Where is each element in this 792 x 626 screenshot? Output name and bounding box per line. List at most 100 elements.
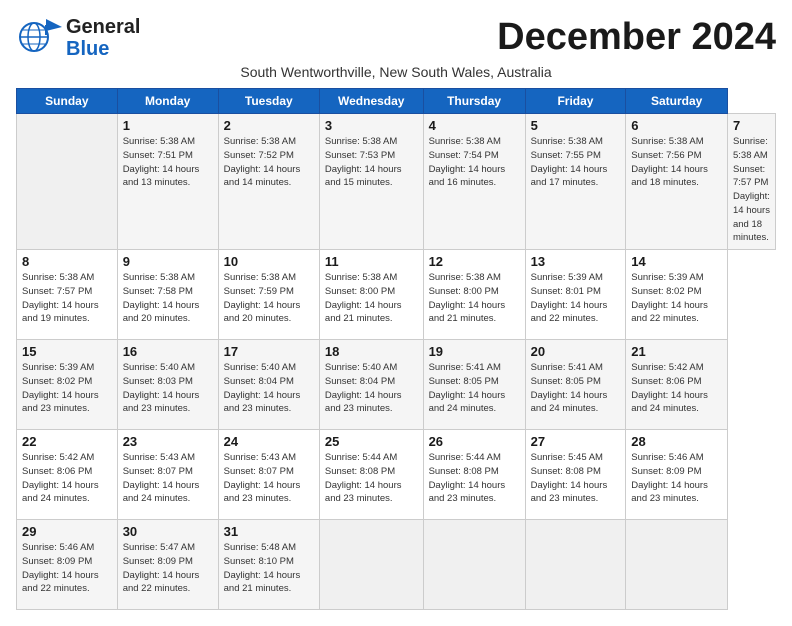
calendar-cell: 17 Sunrise: 5:40 AMSunset: 8:04 PMDayligh…	[218, 340, 319, 430]
day-number: 17	[224, 344, 314, 359]
day-info: Sunrise: 5:39 AMSunset: 8:01 PMDaylight:…	[531, 271, 621, 326]
day-info: Sunrise: 5:42 AMSunset: 8:06 PMDaylight:…	[22, 451, 112, 506]
calendar-cell: 7 Sunrise: 5:38 AMSunset: 7:57 PMDaylight…	[727, 114, 775, 250]
day-info: Sunrise: 5:38 AMSunset: 7:56 PMDaylight:…	[631, 135, 722, 190]
calendar-cell: 10 Sunrise: 5:38 AMSunset: 7:59 PMDayligh…	[218, 250, 319, 340]
calendar-cell: 27 Sunrise: 5:45 AMSunset: 8:08 PMDayligh…	[525, 430, 626, 520]
day-info: Sunrise: 5:41 AMSunset: 8:05 PMDaylight:…	[429, 361, 520, 416]
day-number: 16	[123, 344, 213, 359]
day-info: Sunrise: 5:38 AMSunset: 7:54 PMDaylight:…	[429, 135, 520, 190]
day-info: Sunrise: 5:44 AMSunset: 8:08 PMDaylight:…	[429, 451, 520, 506]
day-header-friday: Friday	[525, 89, 626, 114]
calendar-cell	[525, 520, 626, 610]
day-info: Sunrise: 5:38 AMSunset: 7:59 PMDaylight:…	[224, 271, 314, 326]
logo: General Blue	[16, 16, 140, 60]
calendar-week-row: 15Sunrise: 5:39 AMSunset: 8:02 PMDayligh…	[17, 340, 776, 430]
day-info: Sunrise: 5:39 AMSunset: 8:02 PMDaylight:…	[631, 271, 722, 326]
calendar-cell: 5Sunrise: 5:38 AMSunset: 7:55 PMDaylight…	[525, 114, 626, 250]
calendar-cell: 13Sunrise: 5:39 AMSunset: 8:01 PMDayligh…	[525, 250, 626, 340]
calendar-cell: 16Sunrise: 5:40 AMSunset: 8:03 PMDayligh…	[117, 340, 218, 430]
day-info: Sunrise: 5:41 AMSunset: 8:05 PMDaylight:…	[531, 361, 621, 416]
day-number: 31	[224, 524, 314, 539]
day-number: 15	[22, 344, 112, 359]
calendar-cell: 2Sunrise: 5:38 AMSunset: 7:52 PMDaylight…	[218, 114, 319, 250]
day-number: 27	[531, 434, 621, 449]
day-info: Sunrise: 5:42 AMSunset: 8:06 PMDaylight:…	[631, 361, 722, 416]
day-info: Sunrise: 5:38 AMSunset: 7:53 PMDaylight:…	[325, 135, 418, 190]
calendar-cell: 15Sunrise: 5:39 AMSunset: 8:02 PMDayligh…	[17, 340, 118, 430]
day-number: 7	[733, 118, 770, 133]
day-header-tuesday: Tuesday	[218, 89, 319, 114]
day-info: Sunrise: 5:38 AMSunset: 7:55 PMDaylight:…	[531, 135, 621, 190]
day-number: 25	[325, 434, 418, 449]
day-info: Sunrise: 5:45 AMSunset: 8:08 PMDaylight:…	[531, 451, 621, 506]
calendar-header-row: SundayMondayTuesdayWednesdayThursdayFrid…	[17, 89, 776, 114]
logo-general-text: General	[66, 16, 140, 38]
day-number: 20	[531, 344, 621, 359]
calendar-cell	[319, 520, 423, 610]
calendar-cell: 24 Sunrise: 5:43 AMSunset: 8:07 PMDayligh…	[218, 430, 319, 520]
calendar-cell: 30Sunrise: 5:47 AMSunset: 8:09 PMDayligh…	[117, 520, 218, 610]
day-header-sunday: Sunday	[17, 89, 118, 114]
calendar-cell: 9 Sunrise: 5:38 AMSunset: 7:58 PMDaylight…	[117, 250, 218, 340]
day-number: 26	[429, 434, 520, 449]
calendar-cell: 18 Sunrise: 5:40 AMSunset: 8:04 PMDayligh…	[319, 340, 423, 430]
calendar-cell: 29 Sunrise: 5:46 AMSunset: 8:09 PMDayligh…	[17, 520, 118, 610]
calendar-cell	[17, 114, 118, 250]
day-number: 11	[325, 254, 418, 269]
day-info: Sunrise: 5:38 AMSunset: 7:57 PMDaylight:…	[22, 271, 112, 326]
day-number: 28	[631, 434, 722, 449]
day-number: 12	[429, 254, 520, 269]
day-header-thursday: Thursday	[423, 89, 525, 114]
day-number: 10	[224, 254, 314, 269]
day-number: 8	[22, 254, 112, 269]
logo-label: General Blue	[66, 16, 140, 60]
calendar-cell: 12Sunrise: 5:38 AMSunset: 8:00 PMDayligh…	[423, 250, 525, 340]
calendar-cell: 11Sunrise: 5:38 AMSunset: 8:00 PMDayligh…	[319, 250, 423, 340]
day-number: 21	[631, 344, 722, 359]
day-number: 4	[429, 118, 520, 133]
day-info: Sunrise: 5:44 AMSunset: 8:08 PMDaylight:…	[325, 451, 418, 506]
day-number: 14	[631, 254, 722, 269]
calendar-cell: 4 Sunrise: 5:38 AMSunset: 7:54 PMDaylight…	[423, 114, 525, 250]
day-info: Sunrise: 5:38 AMSunset: 7:58 PMDaylight:…	[123, 271, 213, 326]
day-header-saturday: Saturday	[626, 89, 728, 114]
day-info: Sunrise: 5:46 AMSunset: 8:09 PMDaylight:…	[22, 541, 112, 596]
calendar-cell: 22Sunrise: 5:42 AMSunset: 8:06 PMDayligh…	[17, 430, 118, 520]
month-title: December 2024	[497, 16, 776, 59]
calendar-cell: 19 Sunrise: 5:41 AMSunset: 8:05 PMDayligh…	[423, 340, 525, 430]
calendar-cell: 14 Sunrise: 5:39 AMSunset: 8:02 PMDayligh…	[626, 250, 728, 340]
day-header-wednesday: Wednesday	[319, 89, 423, 114]
calendar-cell: 3 Sunrise: 5:38 AMSunset: 7:53 PMDaylight…	[319, 114, 423, 250]
day-number: 6	[631, 118, 722, 133]
day-number: 9	[123, 254, 213, 269]
day-number: 23	[123, 434, 213, 449]
logo-blue-text: Blue	[66, 38, 140, 60]
day-info: Sunrise: 5:43 AMSunset: 8:07 PMDaylight:…	[224, 451, 314, 506]
day-info: Sunrise: 5:38 AMSunset: 7:57 PMDaylight:…	[733, 135, 770, 245]
calendar-cell: 8 Sunrise: 5:38 AMSunset: 7:57 PMDaylight…	[17, 250, 118, 340]
day-number: 19	[429, 344, 520, 359]
calendar-table: SundayMondayTuesdayWednesdayThursdayFrid…	[16, 88, 776, 610]
day-info: Sunrise: 5:43 AMSunset: 8:07 PMDaylight:…	[123, 451, 213, 506]
day-info: Sunrise: 5:48 AMSunset: 8:10 PMDaylight:…	[224, 541, 314, 596]
calendar-cell: 1Sunrise: 5:38 AMSunset: 7:51 PMDaylight…	[117, 114, 218, 250]
day-number: 18	[325, 344, 418, 359]
day-info: Sunrise: 5:38 AMSunset: 7:51 PMDaylight:…	[123, 135, 213, 190]
day-info: Sunrise: 5:38 AMSunset: 7:52 PMDaylight:…	[224, 135, 314, 190]
day-number: 3	[325, 118, 418, 133]
calendar-cell	[423, 520, 525, 610]
calendar-week-row: 1Sunrise: 5:38 AMSunset: 7:51 PMDaylight…	[17, 114, 776, 250]
subtitle: South Wentworthville, New South Wales, A…	[16, 64, 776, 80]
day-info: Sunrise: 5:40 AMSunset: 8:04 PMDaylight:…	[224, 361, 314, 416]
calendar-cell: 28Sunrise: 5:46 AMSunset: 8:09 PMDayligh…	[626, 430, 728, 520]
day-number: 29	[22, 524, 112, 539]
logo-icon	[16, 17, 62, 60]
day-number: 24	[224, 434, 314, 449]
day-info: Sunrise: 5:47 AMSunset: 8:09 PMDaylight:…	[123, 541, 213, 596]
calendar-week-row: 8 Sunrise: 5:38 AMSunset: 7:57 PMDaylight…	[17, 250, 776, 340]
day-header-monday: Monday	[117, 89, 218, 114]
day-info: Sunrise: 5:40 AMSunset: 8:04 PMDaylight:…	[325, 361, 418, 416]
page-header: General Blue December 2024	[16, 16, 776, 60]
calendar-cell: 26 Sunrise: 5:44 AMSunset: 8:08 PMDayligh…	[423, 430, 525, 520]
